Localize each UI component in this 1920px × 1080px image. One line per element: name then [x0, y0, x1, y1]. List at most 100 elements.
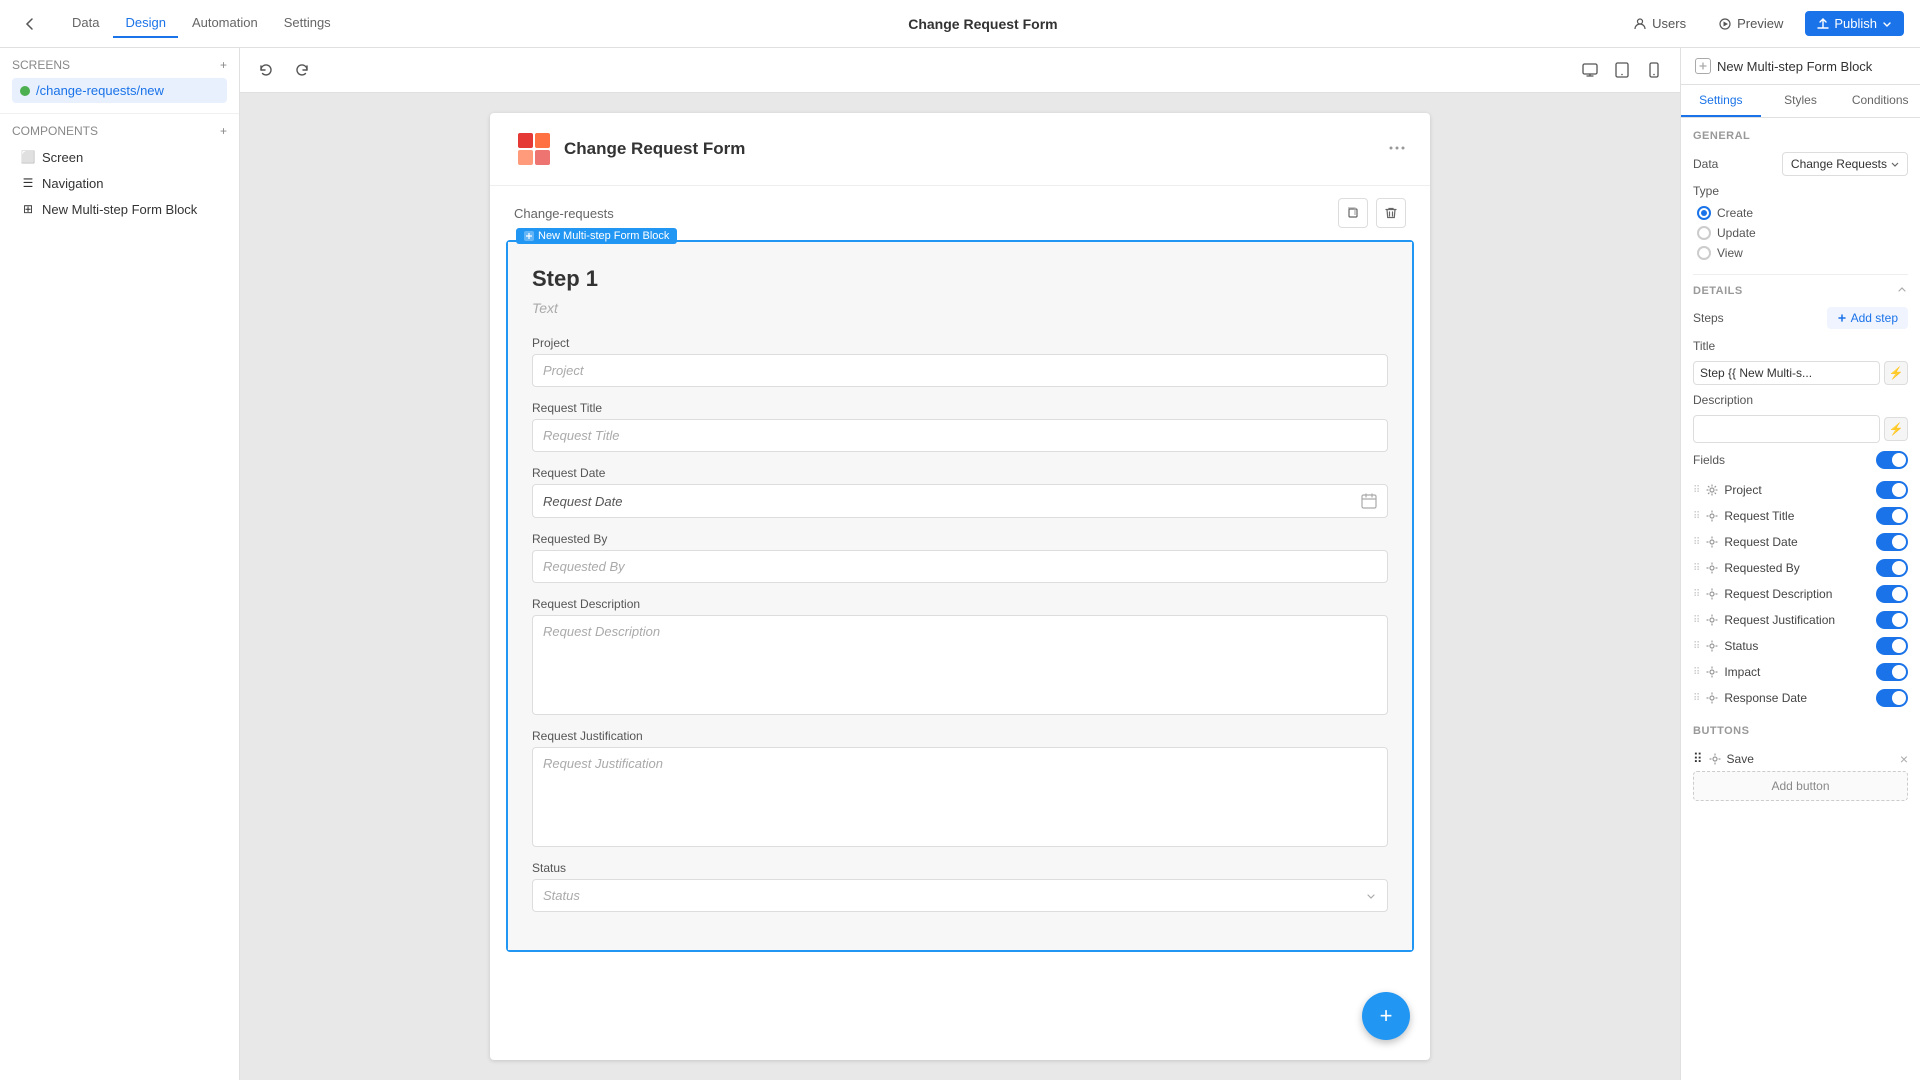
drag-handle-save[interactable]: ⠿ — [1693, 751, 1703, 767]
title-row: Step {{ New Multi-s... ⚡ — [1693, 361, 1908, 385]
gear-icon-project[interactable] — [1706, 484, 1718, 496]
drag-handle-status[interactable]: ⠿ — [1693, 641, 1700, 652]
users-button[interactable]: Users — [1623, 11, 1696, 36]
update-radio-indicator — [1697, 226, 1711, 240]
breadcrumb-text: Change-requests — [514, 206, 614, 221]
gear-icon-status[interactable] — [1706, 640, 1718, 652]
mobile-view-button[interactable] — [1640, 56, 1668, 84]
field-row-requested-by: ⠿ Requested By — [1693, 555, 1908, 581]
drag-handle-project[interactable]: ⠿ — [1693, 485, 1700, 496]
field-select-status[interactable]: Status — [532, 879, 1388, 912]
add-screen-button[interactable]: + — [220, 58, 227, 72]
type-view-radio[interactable]: View — [1697, 246, 1908, 260]
field-group-status: Status Status — [532, 861, 1388, 912]
field-toggle-request-date[interactable] — [1876, 533, 1908, 551]
field-input-project[interactable]: Project — [532, 354, 1388, 387]
add-button[interactable]: Add button — [1693, 771, 1908, 801]
screens-section: Screens + /change-requests/new — [0, 48, 239, 114]
preview-button[interactable]: Preview — [1708, 11, 1793, 36]
data-select[interactable]: Change Requests — [1782, 152, 1908, 176]
field-toggle-requested-by[interactable] — [1876, 559, 1908, 577]
field-toggle-impact[interactable] — [1876, 663, 1908, 681]
field-input-request-title[interactable]: Request Title — [532, 419, 1388, 452]
title-input[interactable]: Step {{ New Multi-s... — [1693, 361, 1880, 385]
gear-icon-request-title[interactable] — [1706, 510, 1718, 522]
right-panel-header: New Multi-step Form Block — [1681, 48, 1920, 85]
gear-icon-requested-by[interactable] — [1706, 562, 1718, 574]
drag-handle-request-description[interactable]: ⠿ — [1693, 589, 1700, 600]
add-step-button[interactable]: Add step — [1827, 307, 1908, 329]
logo-icon — [514, 129, 554, 169]
field-group-project: Project Project — [532, 336, 1388, 387]
buttons-section: Buttons ⠿ Save × Add button — [1693, 725, 1908, 801]
tab-design[interactable]: Design — [113, 9, 177, 38]
details-section-title: DETAILS — [1693, 285, 1908, 297]
desktop-view-button[interactable] — [1576, 56, 1604, 84]
duplicate-button[interactable] — [1338, 198, 1368, 228]
field-toggle-request-description[interactable] — [1876, 585, 1908, 603]
form-block-icon: ⊞ — [20, 201, 36, 217]
type-update-radio[interactable]: Update — [1697, 226, 1908, 240]
back-button[interactable] — [16, 10, 44, 38]
field-toggle-request-title[interactable] — [1876, 507, 1908, 525]
drag-handle-requested-by[interactable]: ⠿ — [1693, 563, 1700, 574]
tab-styles[interactable]: Styles — [1761, 85, 1841, 117]
gear-icon-request-justification[interactable] — [1706, 614, 1718, 626]
step-title: Step 1 — [532, 266, 1388, 292]
screen-item-change-requests[interactable]: /change-requests/new — [12, 78, 227, 103]
delete-button[interactable] — [1376, 198, 1406, 228]
tab-data[interactable]: Data — [60, 9, 111, 38]
details-section: DETAILS Steps Add step Title Step {{ N — [1693, 285, 1908, 711]
publish-button[interactable]: Publish — [1805, 11, 1904, 36]
logo-sq-orange — [535, 133, 550, 148]
component-navigation[interactable]: ☰ Navigation — [12, 170, 227, 196]
field-toggle-request-justification[interactable] — [1876, 611, 1908, 629]
field-textarea-request-justification[interactable]: Request Justification — [532, 747, 1388, 847]
title-lightning-button[interactable]: ⚡ — [1884, 361, 1908, 385]
component-screen[interactable]: ⬜ Screen — [12, 144, 227, 170]
tablet-view-button[interactable] — [1608, 56, 1636, 84]
canvas-scroll[interactable]: Change Request Form Change-requests — [240, 93, 1680, 1080]
tab-conditions[interactable]: Conditions — [1840, 85, 1920, 117]
tab-settings[interactable]: Settings — [1681, 85, 1761, 117]
gear-icon-save[interactable] — [1709, 753, 1721, 765]
drag-handle-response-date[interactable]: ⠿ — [1693, 693, 1700, 704]
field-label-request-date: Request Date — [532, 466, 1388, 480]
field-toggle-status[interactable] — [1876, 637, 1908, 655]
field-toggle-response-date[interactable] — [1876, 689, 1908, 707]
more-options-button[interactable] — [1388, 139, 1406, 160]
description-lightning-button[interactable]: ⚡ — [1884, 417, 1908, 441]
field-row-request-description: ⠿ Request Description — [1693, 581, 1908, 607]
data-row: Data Change Requests — [1693, 152, 1908, 176]
add-component-button[interactable]: + — [220, 124, 227, 138]
field-input-requested-by[interactable]: Requested By — [532, 550, 1388, 583]
field-label-request-justification: Request Justification — [532, 729, 1388, 743]
component-form-block-label: New Multi-step Form Block — [42, 202, 197, 217]
field-input-request-date[interactable]: Request Date — [532, 484, 1388, 518]
gear-icon-request-description[interactable] — [1706, 588, 1718, 600]
field-textarea-request-description[interactable]: Request Description — [532, 615, 1388, 715]
screen-name: /change-requests/new — [36, 83, 164, 98]
tab-automation[interactable]: Automation — [180, 9, 270, 38]
drag-handle-request-justification[interactable]: ⠿ — [1693, 615, 1700, 626]
field-label-request-title: Request Title — [532, 401, 1388, 415]
field-row-project: ⠿ Project — [1693, 477, 1908, 503]
gear-icon-impact[interactable] — [1706, 666, 1718, 678]
fab-button[interactable]: + — [1362, 992, 1410, 1040]
gear-icon-request-date[interactable] — [1706, 536, 1718, 548]
fields-master-toggle[interactable] — [1876, 451, 1908, 469]
component-form-block[interactable]: ⊞ New Multi-step Form Block — [12, 196, 227, 222]
type-create-radio[interactable]: Create — [1697, 206, 1908, 220]
title-label-row: Title — [1693, 339, 1908, 353]
field-toggle-project[interactable] — [1876, 481, 1908, 499]
gear-icon-response-date[interactable] — [1706, 692, 1718, 704]
description-input[interactable] — [1693, 415, 1880, 443]
redo-button[interactable] — [288, 56, 316, 84]
undo-button[interactable] — [252, 56, 280, 84]
form-block-label: New Multi-step Form Block — [516, 228, 677, 244]
tab-settings[interactable]: Settings — [272, 9, 343, 38]
drag-handle-request-date[interactable]: ⠿ — [1693, 537, 1700, 548]
delete-save-button[interactable]: × — [1900, 751, 1908, 767]
drag-handle-request-title[interactable]: ⠿ — [1693, 511, 1700, 522]
drag-handle-impact[interactable]: ⠿ — [1693, 667, 1700, 678]
